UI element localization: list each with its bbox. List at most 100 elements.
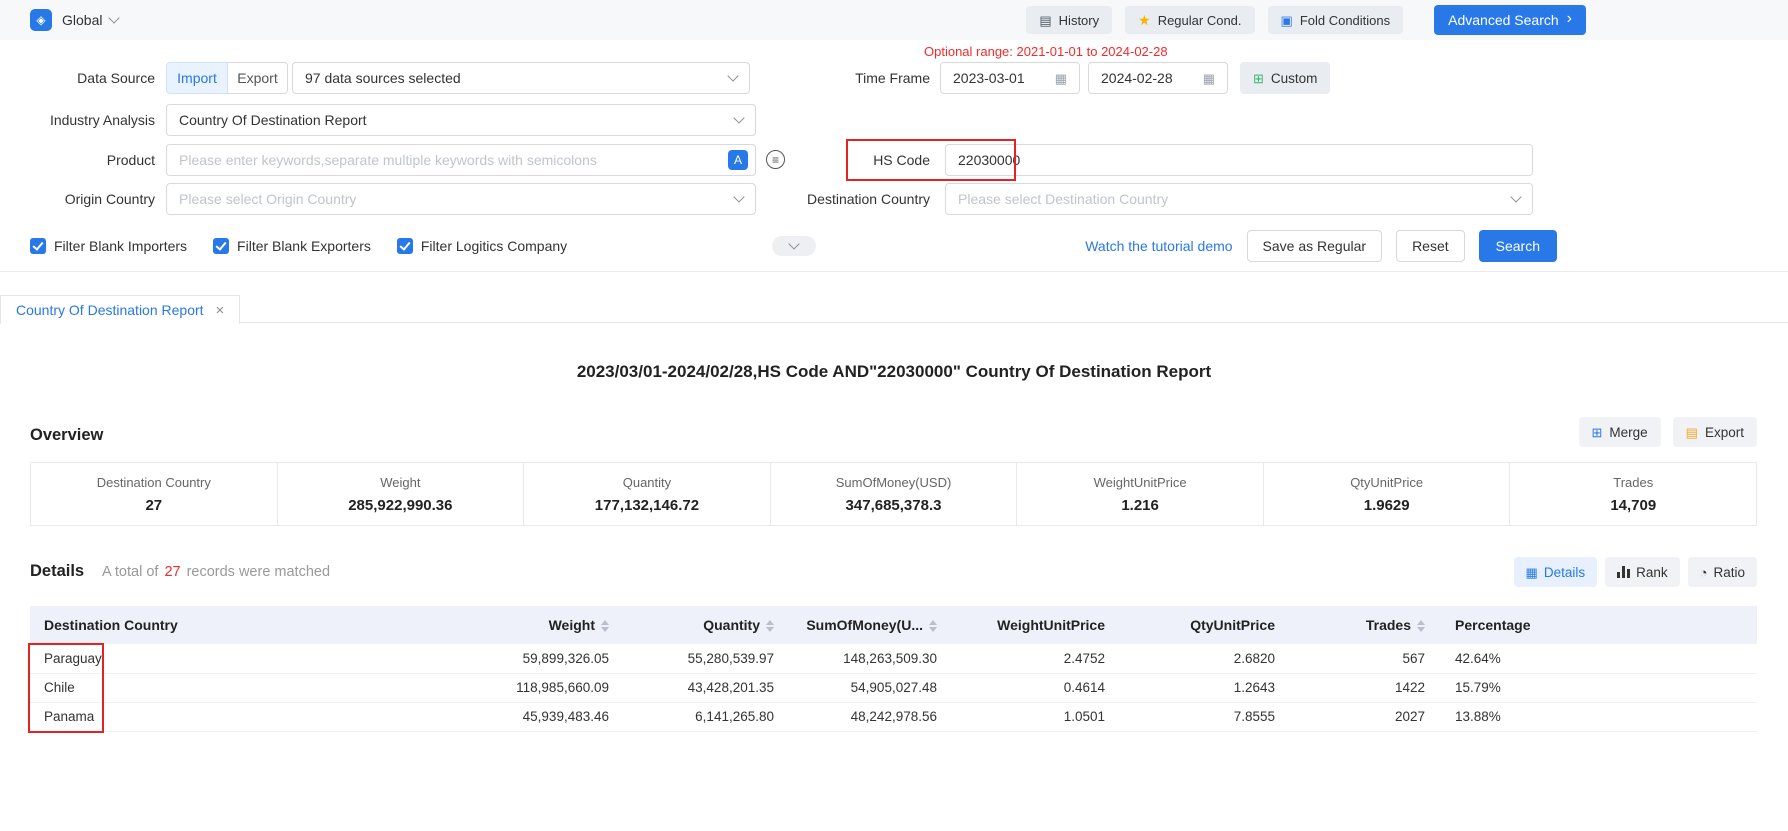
checkbox-checked-icon	[213, 238, 229, 254]
star-icon: ★	[1138, 13, 1151, 27]
sort-icon[interactable]	[601, 620, 609, 632]
regular-cond-button[interactable]: ★ Regular Cond.	[1125, 6, 1254, 34]
stat-weight: Weight 285,922,990.36	[277, 463, 524, 525]
hs-code-input[interactable]	[945, 144, 1533, 176]
chevron-down-icon	[733, 112, 744, 123]
sort-icon[interactable]	[766, 620, 774, 632]
data-source-label: Data Source	[0, 62, 155, 94]
chevron-down-icon	[1510, 191, 1521, 202]
table-row[interactable]: Panama 45,939,483.46 6,141,265.80 48,242…	[30, 702, 1757, 731]
cell-country[interactable]: Chile	[30, 673, 460, 702]
checkbox-checked-icon	[30, 238, 46, 254]
time-frame-label: Time Frame	[735, 62, 930, 94]
product-input[interactable]	[166, 144, 756, 176]
data-sources-select[interactable]: 97 data sources selected	[292, 62, 750, 94]
advanced-search-button[interactable]: Advanced Search ›	[1434, 5, 1586, 35]
checkbox-checked-icon	[397, 238, 413, 254]
industry-analysis-label: Industry Analysis	[0, 104, 155, 136]
table-row[interactable]: Paraguay 59,899,326.05 55,280,539.97 148…	[30, 644, 1757, 673]
col-destination-country: Destination Country	[30, 606, 460, 644]
sort-icon[interactable]	[929, 620, 937, 632]
merge-button[interactable]: ⊞ Merge	[1579, 417, 1661, 447]
save-as-regular-button[interactable]: Save as Regular	[1247, 230, 1383, 262]
hs-code-label: HS Code	[735, 144, 930, 176]
import-toggle[interactable]: Import	[166, 62, 228, 94]
export-icon: ▤	[1686, 426, 1698, 439]
overview-actions: ⊞ Merge ▤ Export	[1579, 417, 1758, 447]
stat-trades: Trades 14,709	[1509, 463, 1756, 525]
origin-country-label: Origin Country	[0, 183, 155, 215]
overview-stats: Destination Country 27 Weight 285,922,99…	[30, 462, 1757, 526]
calendar-icon: ▦	[1203, 72, 1215, 85]
search-button[interactable]: Search	[1479, 230, 1557, 262]
col-weight[interactable]: Weight	[460, 606, 625, 644]
tabbar-divider	[0, 322, 1788, 323]
matched-count: 27	[164, 564, 180, 580]
custom-range-button[interactable]: ⊞ Custom	[1240, 62, 1330, 94]
calendar-icon: ▦	[1055, 72, 1067, 85]
industry-analysis-select[interactable]: Country Of Destination Report	[166, 104, 756, 136]
chevron-right-icon: ›	[1567, 11, 1572, 27]
col-sum-of-money[interactable]: SumOfMoney(U...	[790, 606, 953, 644]
custom-icon: ⊞	[1253, 72, 1264, 85]
sort-icon[interactable]	[1417, 620, 1425, 632]
table-icon: ▦	[1526, 566, 1538, 579]
view-rank-button[interactable]: Rank	[1605, 557, 1680, 587]
col-weight-unit-price: WeightUnitPrice	[953, 606, 1121, 644]
cell-country[interactable]: Paraguay	[30, 644, 460, 673]
report-title: 2023/03/01-2024/02/28,HS Code AND"220300…	[0, 362, 1788, 382]
reset-button[interactable]: Reset	[1396, 230, 1465, 262]
view-ratio-button[interactable]: ◔ Ratio	[1688, 557, 1757, 587]
region-selector[interactable]: Global	[62, 12, 118, 28]
matched-records-text: A total of27records were matched	[102, 564, 330, 580]
history-button[interactable]: ▤ History	[1026, 6, 1112, 34]
tutorial-demo-link[interactable]: Watch the tutorial demo	[1085, 238, 1232, 254]
col-trades[interactable]: Trades	[1291, 606, 1441, 644]
stat-qty-unit-price: QtyUnitPrice 1.9629	[1263, 463, 1510, 525]
destination-country-select[interactable]: Please select Destination Country	[945, 183, 1533, 215]
fold-conditions-button[interactable]: ▣ Fold Conditions	[1268, 6, 1404, 34]
export-button[interactable]: ▤ Export	[1673, 417, 1757, 447]
date-from-field[interactable]: 2023-03-01 ▦	[940, 62, 1080, 94]
export-toggle[interactable]: Export	[228, 62, 288, 94]
col-quantity[interactable]: Quantity	[625, 606, 790, 644]
cell-country[interactable]: Panama	[30, 702, 460, 731]
filter-blank-importers-checkbox[interactable]: Filter Blank Importers	[30, 238, 187, 254]
origin-country-select[interactable]: Please select Origin Country	[166, 183, 756, 215]
top-bar: ◈ Global ▤ History ★ Regular Cond. ▣ Fol…	[0, 0, 1788, 40]
app-logo-icon: ◈	[30, 9, 52, 31]
stat-weight-unit-price: WeightUnitPrice 1.216	[1016, 463, 1263, 525]
view-details-button[interactable]: ▦ Details	[1514, 557, 1598, 587]
bar-chart-icon	[1617, 566, 1630, 578]
history-icon: ▤	[1039, 14, 1051, 27]
stat-destination-country: Destination Country 27	[31, 463, 277, 525]
form-actions: Watch the tutorial demo Save as Regular …	[1128, 230, 1557, 262]
optional-range-note: Optional range: 2021-01-01 to 2024-02-28	[924, 44, 1168, 59]
pie-chart-icon: ◔	[1700, 566, 1708, 579]
details-table: Destination Country Weight Quantity SumO…	[30, 606, 1757, 732]
fold-icon: ▣	[1281, 14, 1293, 27]
top-bar-actions: ▤ History ★ Regular Cond. ▣ Fold Conditi…	[1026, 5, 1586, 35]
stat-sum-of-money: SumOfMoney(USD) 347,685,378.3	[770, 463, 1017, 525]
details-heading: Details	[30, 562, 84, 581]
tab-country-of-destination-report[interactable]: Country Of Destination Report ×	[0, 295, 240, 324]
form-divider	[0, 271, 1788, 272]
chevron-down-icon	[788, 238, 799, 249]
filter-blank-exporters-checkbox[interactable]: Filter Blank Exporters	[213, 238, 371, 254]
search-form: Optional range: 2021-01-01 to 2024-02-28…	[0, 40, 1788, 271]
close-icon[interactable]: ×	[216, 302, 225, 319]
destination-country-label: Destination Country	[735, 183, 930, 215]
stat-quantity: Quantity 177,132,146.72	[523, 463, 770, 525]
view-switcher: ▦ Details Rank ◔ Ratio	[1514, 557, 1757, 587]
filter-checkboxes: Filter Blank Importers Filter Blank Expo…	[30, 238, 567, 254]
collapse-form-button[interactable]	[772, 236, 816, 256]
region-label: Global	[62, 12, 102, 28]
col-percentage: Percentage	[1441, 606, 1757, 644]
filter-logistics-company-checkbox[interactable]: Filter Logitics Company	[397, 238, 567, 254]
date-to-field[interactable]: 2024-02-28 ▦	[1088, 62, 1228, 94]
table-row[interactable]: Chile 118,985,660.09 43,428,201.35 54,90…	[30, 673, 1757, 702]
overview-heading: Overview	[30, 426, 103, 445]
col-qty-unit-price: QtyUnitPrice	[1121, 606, 1291, 644]
data-source-toggle: Import Export	[166, 62, 288, 94]
table-header-row: Destination Country Weight Quantity SumO…	[30, 606, 1757, 644]
